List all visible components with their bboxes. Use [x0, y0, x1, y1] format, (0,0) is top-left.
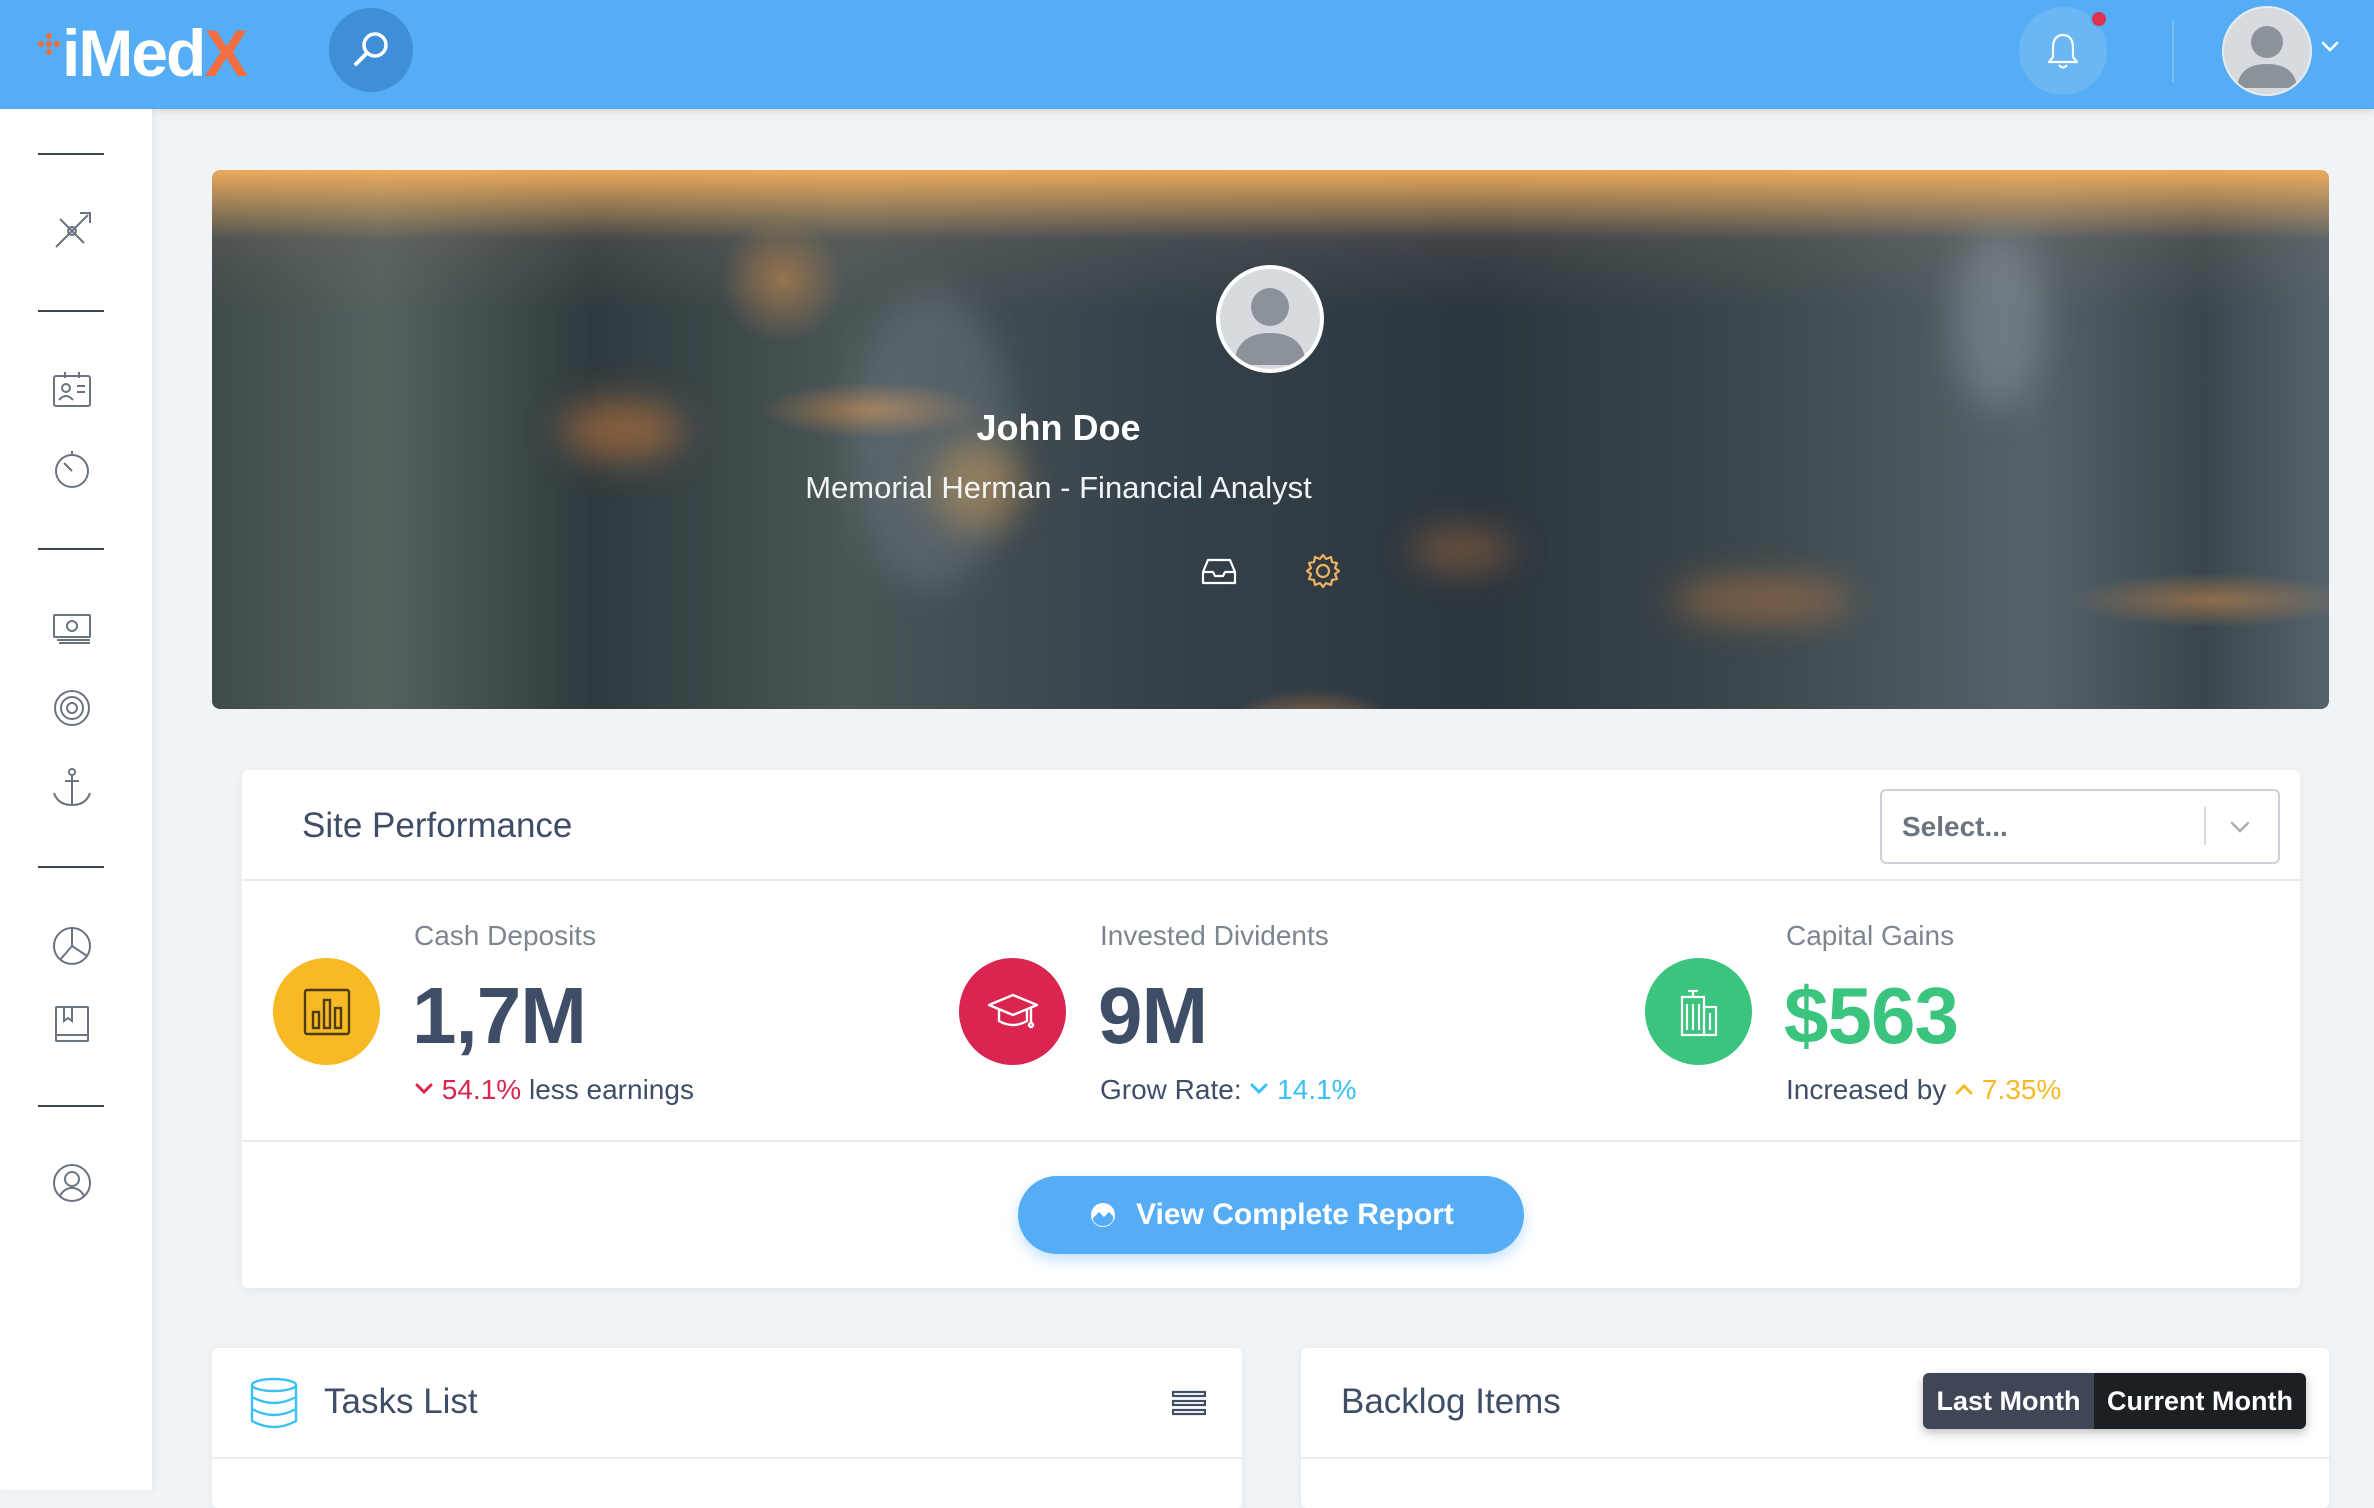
change-percent: 7.35%	[1981, 1074, 2062, 1105]
tasks-list-card: Tasks List	[212, 1348, 1242, 1508]
profile-subtitle: Memorial Herman - Financial Analyst	[805, 470, 1312, 505]
settings-button[interactable]	[1301, 549, 1345, 593]
select-placeholder: Select...	[1902, 811, 2008, 842]
metric-icon-circle	[273, 958, 380, 1065]
backlog-items-card: Backlog Items Last Month Current Month	[1301, 1348, 2329, 1508]
logo-text-main: iMed	[62, 16, 206, 90]
card-divider	[242, 1140, 2300, 1142]
metric-icon-circle	[959, 958, 1066, 1065]
profile-name: John Doe	[976, 407, 1141, 448]
sidebar-divider	[38, 548, 104, 550]
inbox-icon	[1201, 558, 1237, 585]
change-percent: 54.1%	[441, 1074, 522, 1105]
sidebar-item-target[interactable]	[44, 680, 100, 736]
building-icon	[1680, 989, 1717, 1036]
bar-chart-icon	[303, 988, 350, 1035]
sidebar-item-compass[interactable]	[44, 203, 100, 259]
change-prefix: Increased by	[1786, 1074, 1947, 1105]
sidebar-item-book[interactable]	[44, 997, 100, 1053]
pie-chart-icon	[53, 927, 91, 965]
chevron-down-icon[interactable]	[2226, 813, 2254, 841]
search-icon	[354, 32, 388, 66]
select-separator	[2204, 807, 2206, 845]
card-divider	[242, 879, 2300, 881]
chevron-down-icon[interactable]	[2319, 36, 2341, 58]
tab-current-month[interactable]: Current Month	[2094, 1373, 2306, 1429]
metric-value: 1,7M	[412, 971, 587, 1060]
logo-mark	[38, 33, 60, 73]
metric-label: Cash Deposits	[414, 920, 597, 951]
compass-icon	[55, 212, 91, 248]
metric-label: Capital Gains	[1786, 920, 1955, 951]
metric-label: Invested Dividents	[1100, 920, 1329, 951]
user-circle-icon	[53, 1164, 91, 1202]
top-navbar: iMedX	[0, 0, 2374, 109]
logo-text-accent: X	[204, 16, 248, 90]
view-report-label: View Complete Report	[1136, 1198, 1454, 1231]
money-icon	[53, 614, 91, 644]
card-title: Site Performance	[302, 806, 573, 845]
sidebar	[0, 109, 152, 1490]
chart-report-icon	[1091, 1203, 1116, 1227]
metric-change: Increased by 7.35%	[1786, 1074, 2061, 1106]
metric-icon-circle	[1645, 958, 1752, 1065]
banner-light	[1672, 580, 1852, 620]
database-icon	[250, 1377, 298, 1429]
user-avatar[interactable]	[2222, 6, 2312, 96]
view-report-button[interactable]: View Complete Report	[1018, 1176, 1524, 1254]
change-prefix: Grow Rate:	[1100, 1074, 1242, 1105]
sidebar-item-pie-chart[interactable]	[44, 918, 100, 974]
header-divider	[2172, 20, 2174, 82]
tab-last-month[interactable]: Last Month	[1923, 1373, 2094, 1429]
profile-avatar	[1216, 265, 1324, 373]
logo-text: iMedX	[62, 20, 248, 86]
anchor-icon	[53, 768, 91, 807]
search-button[interactable]	[329, 8, 413, 92]
chevron-down-icon	[1250, 1083, 1268, 1095]
change-percent: 14.1%	[1277, 1074, 1357, 1105]
metric-change: Grow Rate: 14.1%	[1100, 1074, 1357, 1106]
book-icon	[55, 1006, 89, 1042]
period-toggle: Last Month Current Month	[1923, 1373, 2306, 1429]
metric-value: 9M	[1098, 971, 1208, 1060]
banner-light	[1952, 230, 2042, 410]
graduation-cap-icon	[987, 993, 1038, 1028]
sidebar-divider	[38, 866, 104, 868]
target-icon	[54, 690, 90, 726]
notification-badge	[2090, 10, 2108, 28]
chevron-down-icon	[415, 1083, 433, 1095]
user-avatar-icon	[2237, 26, 2297, 88]
site-performance-card: Site Performance Select... Cash Deposits…	[242, 770, 2300, 1288]
sidebar-divider	[38, 153, 104, 155]
metric-value: $563	[1784, 971, 1959, 1060]
change-text: less earnings	[528, 1074, 694, 1105]
sidebar-item-user[interactable]	[44, 1155, 100, 1211]
chevron-up-icon	[1955, 1083, 1973, 1095]
sidebar-divider	[38, 310, 104, 312]
sidebar-divider	[38, 1105, 104, 1107]
card-divider	[212, 1457, 1242, 1459]
menu-icon[interactable]	[1172, 1390, 1206, 1416]
profile-avatar-icon	[1234, 288, 1306, 365]
card-title: Tasks List	[324, 1382, 478, 1421]
card-title: Backlog Items	[1341, 1382, 1561, 1421]
card-divider	[1301, 1457, 2329, 1459]
sidebar-item-anchor[interactable]	[44, 759, 100, 815]
period-select[interactable]: Select...	[1880, 789, 2280, 864]
settings-icon	[1305, 553, 1341, 589]
metric-change: 54.1% less earnings	[414, 1074, 694, 1106]
inbox-button[interactable]	[1197, 549, 1241, 593]
sidebar-item-money[interactable]	[44, 599, 100, 655]
bell-icon	[2047, 33, 2079, 69]
banner-light	[1412, 530, 1512, 570]
app-logo[interactable]: iMedX	[38, 18, 248, 88]
id-card-icon	[53, 372, 91, 407]
